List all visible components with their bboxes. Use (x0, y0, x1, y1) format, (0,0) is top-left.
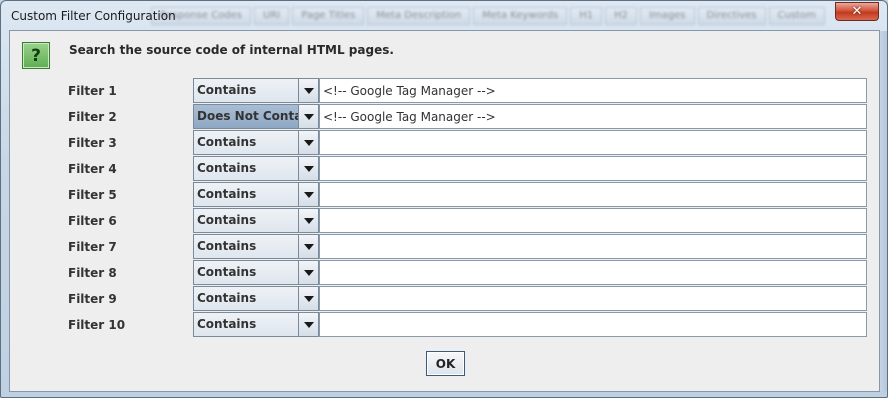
filter-mode-value: Contains (197, 291, 257, 305)
filter-label: Filter 2 (68, 110, 117, 124)
filter-row: Filter 2 Does Not Contain <!-- Google Tag … (10, 104, 879, 130)
filter-mode-dropdown[interactable]: Contains (193, 286, 319, 311)
filter-value-input[interactable] (319, 156, 867, 181)
filter-value-input[interactable] (319, 182, 867, 207)
filter-value-input[interactable] (319, 234, 867, 259)
filter-mode-dropdown[interactable]: Contains (193, 312, 319, 337)
filter-value-input[interactable]: <!-- Google Tag Manager --> (319, 104, 867, 129)
filter-mode-value: Contains (197, 265, 257, 279)
filter-value-input[interactable]: <!-- Google Tag Manager --> (319, 78, 867, 103)
window-frame-edge (879, 31, 887, 391)
help-glyph: ? (31, 45, 41, 66)
filter-mode-dropdown[interactable]: Contains (193, 156, 319, 181)
filter-label: Filter 7 (68, 240, 117, 254)
chevron-down-icon[interactable] (298, 105, 318, 128)
filter-value-input[interactable] (319, 312, 867, 337)
filter-row: Filter 7 Contains (10, 234, 879, 260)
filter-row: Filter 9 Contains (10, 286, 879, 312)
chevron-down-icon[interactable] (298, 235, 318, 258)
filter-label: Filter 9 (68, 292, 117, 306)
filter-mode-dropdown[interactable]: Contains (193, 208, 319, 233)
filter-value-input[interactable] (319, 260, 867, 285)
filter-mode-dropdown[interactable]: Contains (193, 260, 319, 285)
filter-mode-value: Contains (197, 135, 257, 149)
dialog-window: Response Codes URI Page Titles Meta Descrip… (0, 0, 888, 398)
filter-row: Filter 4 Contains (10, 156, 879, 182)
filter-label: Filter 4 (68, 162, 117, 176)
filter-mode-value: Contains (197, 317, 257, 331)
filter-row: Filter 3 Contains (10, 130, 879, 156)
window-title: Custom Filter Configuration (11, 9, 176, 23)
filter-mode-value: Contains (197, 213, 257, 227)
filter-mode-dropdown[interactable]: Contains (193, 130, 319, 155)
help-question-icon: ? (22, 42, 50, 69)
filter-value-input[interactable] (319, 208, 867, 233)
chevron-down-icon[interactable] (298, 313, 318, 336)
chevron-down-icon[interactable] (298, 261, 318, 284)
filter-label: Filter 5 (68, 188, 117, 202)
filter-label: Filter 10 (68, 318, 126, 332)
filter-mode-value: Does Not Contain (197, 109, 298, 123)
filter-label: Filter 1 (68, 84, 117, 98)
filter-mode-value: Contains (197, 187, 257, 201)
filter-mode-dropdown[interactable]: Contains (193, 234, 319, 259)
filter-row: Filter 8 Contains (10, 260, 879, 286)
filter-mode-dropdown[interactable]: Contains (193, 78, 319, 103)
chevron-down-icon[interactable] (298, 183, 318, 206)
filter-row: Filter 6 Contains (10, 208, 879, 234)
filter-mode-dropdown[interactable]: Contains (193, 182, 319, 207)
filter-row: Filter 1 Contains <!-- Google Tag Manager … (10, 78, 879, 104)
filter-label: Filter 6 (68, 214, 117, 228)
filter-label: Filter 8 (68, 266, 117, 280)
filter-mode-value: Contains (197, 239, 257, 253)
filter-row: Filter 10 Contains (10, 312, 879, 338)
chevron-down-icon[interactable] (298, 157, 318, 180)
filter-row: Filter 5 Contains (10, 182, 879, 208)
filter-mode-value: Contains (197, 161, 257, 175)
dialog-content: ? Search the source code of internal HTM… (9, 30, 880, 392)
filter-mode-dropdown[interactable]: Does Not Contain (193, 104, 319, 129)
chevron-down-icon[interactable] (298, 209, 318, 232)
instruction-text: Search the source code of internal HTML … (69, 43, 394, 57)
filter-value-input[interactable] (319, 130, 867, 155)
filter-value-input[interactable] (319, 286, 867, 311)
close-icon: ✕ (851, 4, 863, 19)
title-bar[interactable]: Custom Filter Configuration ✕ (1, 1, 887, 31)
filter-mode-value: Contains (197, 83, 257, 97)
close-button[interactable]: ✕ (835, 2, 879, 21)
chevron-down-icon[interactable] (298, 287, 318, 310)
filter-label: Filter 3 (68, 136, 117, 150)
chevron-down-icon[interactable] (298, 79, 318, 102)
ok-button[interactable]: OK (426, 351, 465, 376)
chevron-down-icon[interactable] (298, 131, 318, 154)
